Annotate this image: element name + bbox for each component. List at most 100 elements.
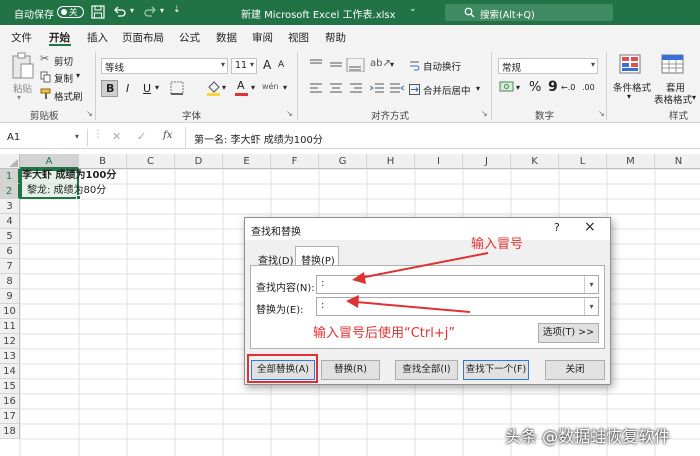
increase-decimal-button[interactable]: ←.0: [561, 83, 575, 92]
close-icon[interactable]: ×: [584, 219, 596, 235]
bold-button[interactable]: B: [101, 80, 118, 97]
italic-button[interactable]: I: [126, 82, 129, 95]
merge-center-label[interactable]: 合并后居中: [423, 83, 471, 97]
wrap-text-label[interactable]: 自动换行: [423, 59, 461, 73]
row-header-17[interactable]: 17: [0, 409, 20, 424]
undo-menu-icon[interactable]: ▾: [130, 6, 134, 15]
name-box-menu-icon[interactable]: ▾: [75, 132, 79, 141]
paste-label[interactable]: 粘贴: [13, 81, 32, 95]
clipboard-launcher-icon[interactable]: ↘: [86, 109, 93, 118]
column-header-d[interactable]: D: [175, 154, 223, 169]
replace-history-dropdown[interactable]: ▾: [584, 298, 598, 315]
font-color-button[interactable]: A: [234, 79, 250, 97]
menu-view[interactable]: 视图: [288, 30, 309, 45]
paste-icon[interactable]: [11, 52, 35, 80]
format-as-table-icon[interactable]: [661, 54, 685, 76]
alignment-launcher-icon[interactable]: ↘: [481, 109, 488, 118]
autosave-toggle[interactable]: 关: [57, 6, 84, 18]
column-header-a[interactable]: A: [20, 154, 79, 169]
menu-review[interactable]: 审阅: [252, 30, 273, 45]
copy-icon[interactable]: [40, 71, 51, 83]
column-header-n[interactable]: N: [655, 154, 700, 169]
font-color-menu-icon[interactable]: ▾: [251, 83, 255, 92]
column-header-i[interactable]: I: [415, 154, 463, 169]
cancel-entry-icon[interactable]: ✕: [112, 130, 121, 143]
row-header-11[interactable]: 11: [0, 319, 20, 334]
row-header-14[interactable]: 14: [0, 364, 20, 379]
merge-menu-icon[interactable]: ▾: [476, 84, 480, 93]
menu-page-layout[interactable]: 页面布局: [122, 30, 164, 45]
menu-insert[interactable]: 插入: [87, 30, 108, 45]
column-header-j[interactable]: J: [463, 154, 511, 169]
find-all-button[interactable]: 查找全部(I): [395, 360, 458, 380]
orientation-icon[interactable]: ab↗: [370, 58, 391, 69]
accounting-format-icon[interactable]: [499, 81, 515, 95]
formula-content[interactable]: 第一名: 李大虾 成绩为100分: [194, 131, 323, 146]
format-painter-icon[interactable]: [40, 88, 52, 100]
number-launcher-icon[interactable]: ↘: [598, 109, 605, 118]
menu-data[interactable]: 数据: [216, 30, 237, 45]
decrease-decimal-button[interactable]: .00: [582, 83, 595, 92]
font-size-select[interactable]: 11 ▾: [231, 58, 257, 74]
grow-font-icon[interactable]: A: [263, 58, 271, 72]
row-header-4[interactable]: 4: [0, 214, 20, 229]
borders-icon[interactable]: [170, 81, 184, 95]
menu-formulas[interactable]: 公式: [179, 30, 200, 45]
format-as-table-label-2[interactable]: 表格格式: [654, 92, 692, 106]
column-header-b[interactable]: B: [79, 154, 127, 169]
percent-button[interactable]: %: [529, 80, 541, 95]
row-header-12[interactable]: 12: [0, 334, 20, 349]
column-header-l[interactable]: L: [559, 154, 607, 169]
copy-label[interactable]: 复制: [54, 71, 73, 85]
column-header-k[interactable]: K: [511, 154, 559, 169]
column-header-g[interactable]: G: [319, 154, 367, 169]
row-header-2[interactable]: 2: [0, 184, 20, 199]
number-format-select[interactable]: 常规 ▾: [498, 58, 598, 74]
name-box[interactable]: A1 ▾: [2, 129, 88, 146]
undo-icon[interactable]: [113, 5, 127, 19]
comma-style-button[interactable]: 9: [548, 79, 558, 95]
row-header-18[interactable]: 18: [0, 424, 20, 439]
row-header-5[interactable]: 5: [0, 229, 20, 244]
phonetic-menu-icon[interactable]: ▾: [283, 83, 287, 92]
customize-toolbar-icon[interactable]: ⇣: [173, 5, 181, 15]
cut-icon[interactable]: ✂: [40, 52, 49, 65]
format-as-table-menu-icon[interactable]: ▾: [692, 93, 696, 102]
row-header-1[interactable]: 1: [0, 169, 20, 184]
column-header-h[interactable]: H: [367, 154, 415, 169]
close-button[interactable]: 关闭: [545, 360, 605, 380]
paste-menu-icon[interactable]: ▾: [17, 93, 21, 102]
find-next-button[interactable]: 查找下一个(F): [463, 360, 529, 380]
phonetic-icon[interactable]: wén: [262, 82, 279, 91]
help-button[interactable]: ?: [554, 221, 560, 234]
options-button[interactable]: 选项(T) >>: [538, 323, 599, 343]
cell-a1[interactable]: 李大虾 成绩为100分: [22, 169, 116, 183]
column-header-e[interactable]: E: [223, 154, 271, 169]
find-history-dropdown[interactable]: ▾: [584, 276, 598, 293]
underline-menu-icon[interactable]: ▾: [155, 83, 159, 92]
accounting-menu-icon[interactable]: ▾: [516, 83, 520, 92]
select-all-corner[interactable]: [0, 154, 20, 169]
indent-icons[interactable]: [370, 82, 404, 96]
conditional-format-icon[interactable]: [619, 54, 643, 76]
wrap-text-icon[interactable]: [409, 60, 420, 71]
insert-function-icon[interactable]: fx: [163, 130, 172, 141]
menu-home[interactable]: 开始: [49, 30, 70, 45]
orientation-menu-icon[interactable]: ▾: [390, 60, 394, 69]
column-header-m[interactable]: M: [607, 154, 655, 169]
copy-menu-icon[interactable]: ▾: [76, 71, 80, 80]
redo-menu-icon[interactable]: ▾: [160, 6, 164, 15]
row-header-9[interactable]: 9: [0, 289, 20, 304]
font-launcher-icon[interactable]: ↘: [286, 109, 293, 118]
row-header-13[interactable]: 13: [0, 349, 20, 364]
column-header-f[interactable]: F: [271, 154, 319, 169]
row-header-6[interactable]: 6: [0, 244, 20, 259]
vertical-align-icons[interactable]: [309, 58, 369, 72]
save-icon[interactable]: [91, 5, 105, 19]
format-painter-label[interactable]: 格式刷: [54, 89, 83, 103]
menu-file[interactable]: 文件: [11, 30, 32, 45]
row-header-8[interactable]: 8: [0, 274, 20, 289]
row-header-3[interactable]: 3: [0, 199, 20, 214]
horizontal-align-icons[interactable]: [309, 82, 369, 96]
cell-a2[interactable]: 黎龙: 成绩为80分: [27, 184, 106, 198]
